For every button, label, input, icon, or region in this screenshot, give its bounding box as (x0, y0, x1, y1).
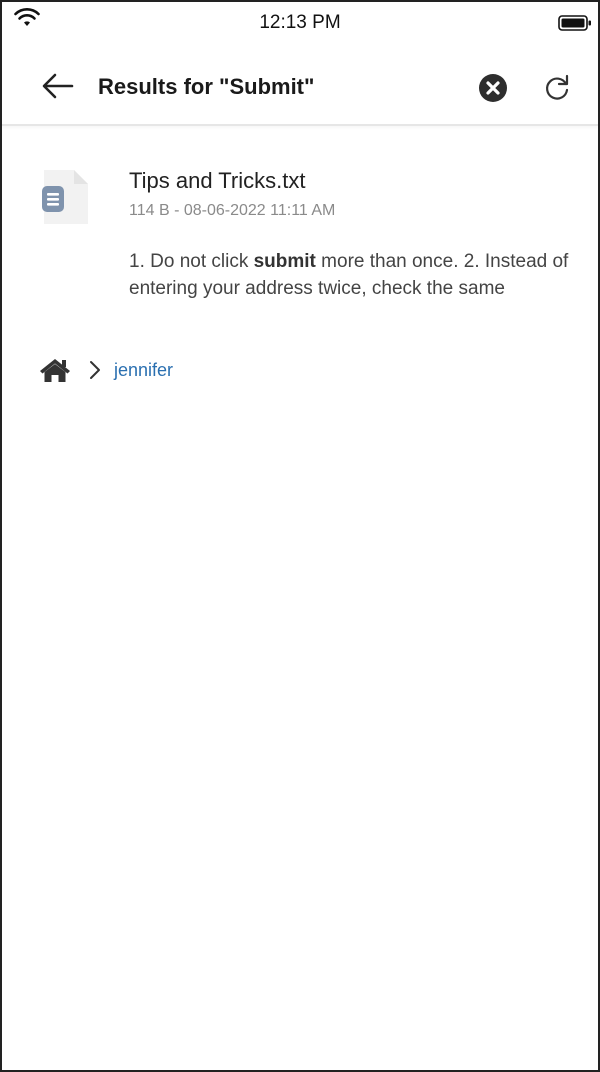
text-file-icon (42, 170, 88, 224)
app-header: Results for "Submit" (2, 48, 598, 126)
back-arrow-icon[interactable] (38, 66, 78, 106)
file-name[interactable]: Tips and Tricks.txt (129, 168, 305, 194)
breadcrumb-folder-link[interactable]: jennifer (114, 360, 173, 381)
match-snippet: 1. Do not click submit more than once. 2… (129, 248, 579, 302)
snippet-highlight: submit (253, 251, 316, 272)
snippet-text-before: 1. Do not click (129, 251, 254, 272)
page-title: Results for "Submit" (98, 74, 315, 99)
battery-icon (558, 15, 591, 31)
clear-search-icon[interactable] (477, 72, 509, 104)
home-icon[interactable] (38, 357, 72, 383)
status-bar: 12:13 PM (2, 2, 598, 46)
app-screen: 12:13 PM Results for "Submit" Tips and T… (0, 0, 600, 1072)
file-meta: 114 B - 08-06-2022 11:11 AM (129, 202, 336, 219)
refresh-icon[interactable] (541, 72, 573, 104)
chevron-right-icon (90, 361, 100, 379)
breadcrumb: jennifer (38, 356, 173, 384)
status-time: 12:13 PM (259, 12, 341, 33)
